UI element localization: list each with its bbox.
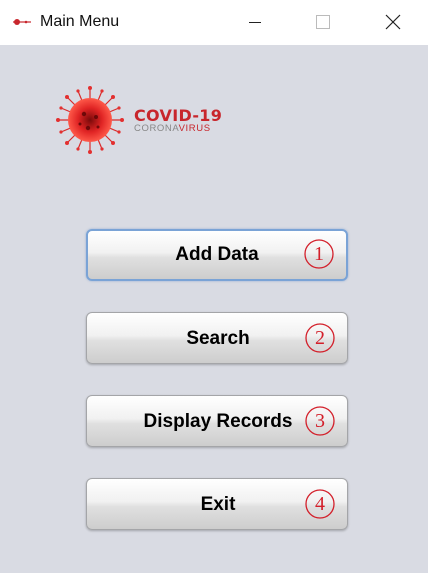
minimize-button[interactable] xyxy=(232,0,278,45)
add-data-button[interactable]: Add Data 1 xyxy=(86,229,348,281)
app-icon xyxy=(13,19,31,25)
close-button[interactable] xyxy=(370,0,416,45)
minimize-icon xyxy=(249,22,261,23)
logo-subtitle-virus: VIRUS xyxy=(178,123,211,134)
number-badge-1: 1 xyxy=(314,243,324,265)
exit-button[interactable]: Exit 4 xyxy=(86,478,348,530)
number-badge-3: 3 xyxy=(315,410,325,432)
maximize-button[interactable] xyxy=(300,0,346,45)
title-bar[interactable]: Main Menu xyxy=(0,0,428,45)
main-menu-window: Main Menu COVID-19 CORONAVIRUS Add Data … xyxy=(0,0,428,573)
number-badge-4: 4 xyxy=(315,493,325,515)
number-badge-2: 2 xyxy=(315,327,325,349)
search-button[interactable]: Search 2 xyxy=(86,312,348,364)
display-records-button[interactable]: Display Records 3 xyxy=(86,395,348,447)
logo-subtitle: CORONAVIRUS xyxy=(134,123,211,134)
maximize-icon xyxy=(316,15,330,29)
close-icon xyxy=(385,14,401,30)
logo-subtitle-corona: CORONA xyxy=(134,123,179,134)
window-title: Main Menu xyxy=(40,13,120,30)
